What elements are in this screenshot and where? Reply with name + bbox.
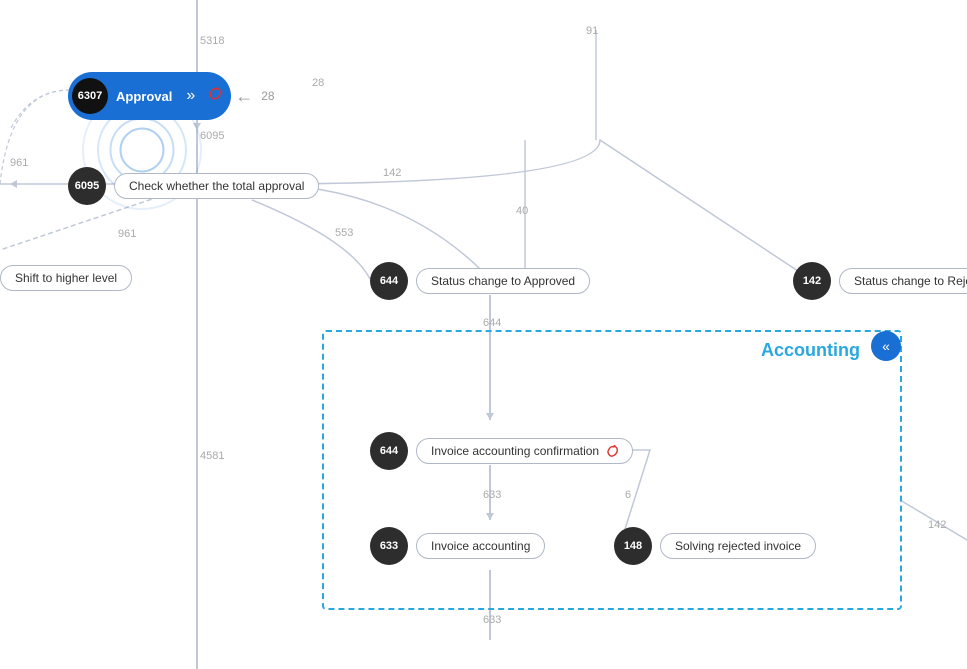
node-644-invoice-confirm[interactable]: 644 Invoice accounting confirmation	[370, 432, 633, 470]
edge-label-633-bottom: 633	[483, 614, 501, 626]
node-label-6095: Check whether the total approval	[114, 173, 319, 199]
edge-label-5318: 5318	[200, 35, 224, 47]
node-6307-approval[interactable]: 6307 Approval » ← 28	[68, 72, 275, 120]
edge-label-142-right: 142	[928, 519, 946, 531]
node-circle-142: 142	[793, 262, 831, 300]
node-633-invoice[interactable]: 633 Invoice accounting	[370, 527, 545, 565]
edge-label-961-bottom: 961	[118, 228, 136, 240]
collapse-accounting-button[interactable]: «	[871, 331, 901, 361]
edge-label-644-top: 644	[483, 317, 501, 329]
node-label-status-rejected: Status change to Rejected	[839, 268, 967, 294]
edge-label-40: 40	[516, 205, 528, 217]
node-644-status-approved[interactable]: 644 Status change to Approved	[370, 262, 590, 300]
node-circle-644-approved: 644	[370, 262, 408, 300]
node-label-148: Solving rejected invoice	[660, 533, 816, 559]
node-shift-higher[interactable]: Shift to higher level	[0, 265, 132, 291]
node-label-shift: Shift to higher level	[0, 265, 132, 291]
edge-label-553: 553	[335, 227, 353, 239]
node-label-invoice-confirm: Invoice accounting confirmation	[416, 438, 633, 464]
edge-label-6095: 6095	[200, 130, 224, 142]
edge-label-4581: 4581	[200, 450, 224, 462]
edge-label-91: 91	[586, 25, 598, 37]
arrow-right-6307: ←	[235, 86, 253, 107]
node-circle-148: 148	[614, 527, 652, 565]
node-142-status-rejected[interactable]: 142 Status change to Rejected	[793, 262, 967, 300]
node-6095[interactable]: 6095 Check whether the total approval	[68, 167, 319, 205]
chili-icon-6307	[207, 87, 221, 106]
edge-label-28: 28	[312, 77, 324, 89]
workflow-canvas: 5318 28 6095 142 40 91 961 961 553 644 6…	[0, 0, 967, 669]
node-label-status-approved: Status change to Approved	[416, 268, 590, 294]
accounting-title: Accounting	[761, 340, 860, 361]
chevron-right-icon: »	[186, 87, 195, 105]
edge-label-961-left: 961	[10, 157, 28, 169]
node-circle-6095: 6095	[68, 167, 106, 205]
edge-28-label: 28	[261, 89, 274, 103]
node-label-633: Invoice accounting	[416, 533, 545, 559]
edge-label-142-top: 142	[383, 167, 401, 179]
node-label-approval: Approval	[116, 89, 172, 104]
chili-icon-invoice	[605, 445, 618, 458]
node-148-solving[interactable]: 148 Solving rejected invoice	[614, 527, 816, 565]
node-circle-644-invoice: 644	[370, 432, 408, 470]
node-circle-633: 633	[370, 527, 408, 565]
node-circle-6307: 6307	[72, 78, 108, 114]
accounting-box: Accounting «	[322, 330, 902, 610]
